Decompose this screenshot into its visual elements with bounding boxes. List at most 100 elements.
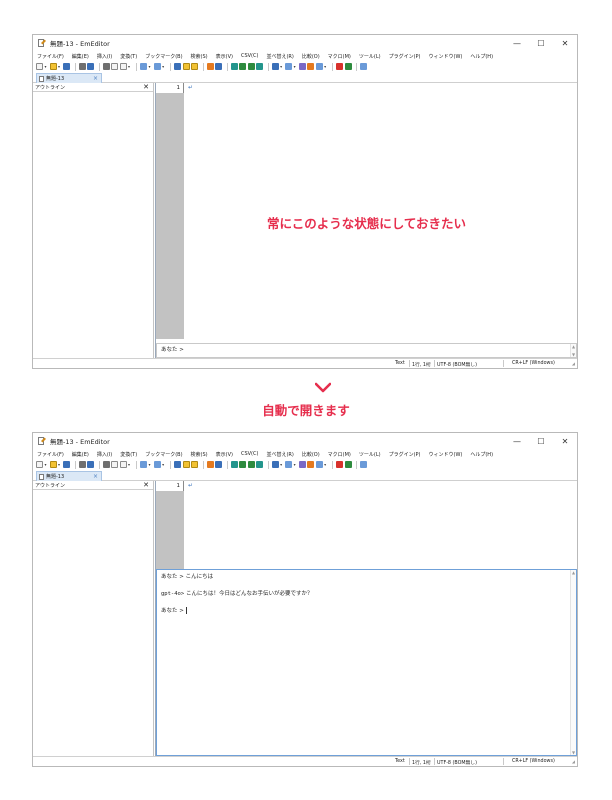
minimize-button[interactable]: — xyxy=(505,437,529,446)
link-icon[interactable] xyxy=(360,461,368,468)
paste-icon[interactable] xyxy=(119,63,127,70)
chevron-down-icon[interactable]: ▾ xyxy=(149,462,151,467)
csv-fixed-icon[interactable] xyxy=(256,461,264,468)
chat-scrollbar[interactable]: ▲ ▼ xyxy=(570,570,576,755)
menu-edit[interactable]: 編集(E) xyxy=(72,53,89,60)
scroll-down-icon[interactable]: ▼ xyxy=(572,750,575,755)
window-list-icon[interactable] xyxy=(315,461,323,468)
project-icon[interactable] xyxy=(271,461,279,468)
chat-scrollbar[interactable]: ▲ ▼ xyxy=(570,344,576,357)
csv-semicolon-icon[interactable] xyxy=(247,461,255,468)
filter-icon[interactable] xyxy=(215,63,223,70)
find-icon[interactable] xyxy=(174,461,182,468)
chevron-down-icon[interactable]: ▾ xyxy=(162,64,164,69)
menu-convert[interactable]: 変換(T) xyxy=(120,451,137,458)
menu-bookmark[interactable]: ブックマーク(B) xyxy=(145,53,182,60)
snippet-icon[interactable] xyxy=(298,461,306,468)
window-list-icon[interactable] xyxy=(315,63,323,70)
tab-untitled-13[interactable]: 無題-13 × xyxy=(36,471,102,481)
chevron-down-icon[interactable]: ▾ xyxy=(324,64,326,69)
macro-record-icon[interactable] xyxy=(336,63,344,70)
menu-file[interactable]: ファイル(F) xyxy=(37,451,64,458)
close-button[interactable]: ✕ xyxy=(553,39,577,48)
tab-close-icon[interactable]: × xyxy=(93,75,98,82)
find-next-icon[interactable] xyxy=(182,63,190,70)
editor-area[interactable]: 1 ↵ 常にこのような状態にしておきたい あなた > ▲ ▼ xyxy=(155,83,577,358)
menu-sort[interactable]: 並べ替え(R) xyxy=(266,53,293,60)
copy-icon[interactable] xyxy=(111,63,119,70)
csv-icon[interactable] xyxy=(230,63,238,70)
open-folder-icon[interactable] xyxy=(49,63,57,70)
chat-input-line[interactable]: あなた > xyxy=(157,606,576,614)
find-prev-icon[interactable] xyxy=(191,63,199,70)
open-folder-icon[interactable] xyxy=(49,461,57,468)
editor-area[interactable]: 1 ↵ あなた > こんにちは gpt-4o> こんにちは！今日はどんなお手伝い… xyxy=(155,481,577,756)
menu-view[interactable]: 表示(V) xyxy=(216,53,233,60)
chevron-down-icon[interactable]: ▾ xyxy=(294,462,296,467)
status-mode[interactable]: Text xyxy=(395,361,405,366)
menu-compare[interactable]: 比較(O) xyxy=(302,451,320,458)
menu-csv[interactable]: CSV(C) xyxy=(241,53,258,59)
chevron-down-icon[interactable]: ▾ xyxy=(280,462,282,467)
undo-icon[interactable] xyxy=(140,63,148,70)
menu-bookmark[interactable]: ブックマーク(B) xyxy=(145,451,182,458)
macro-run-icon[interactable] xyxy=(344,63,352,70)
menu-convert[interactable]: 変換(T) xyxy=(120,53,137,60)
chevron-down-icon[interactable]: ▾ xyxy=(58,462,60,467)
filter-icon[interactable] xyxy=(215,461,223,468)
csv-tsv-icon[interactable] xyxy=(239,63,247,70)
menu-search[interactable]: 検索(S) xyxy=(191,451,208,458)
csv-icon[interactable] xyxy=(230,461,238,468)
find-prev-icon[interactable] xyxy=(191,461,199,468)
print-preview-icon[interactable] xyxy=(87,461,95,468)
project-icon[interactable] xyxy=(271,63,279,70)
menu-plugins[interactable]: プラグイン(P) xyxy=(389,53,421,60)
tab-close-icon[interactable]: × xyxy=(93,473,98,480)
macro-record-icon[interactable] xyxy=(336,461,344,468)
text-pane[interactable]: 1 ↵ xyxy=(156,481,577,569)
plugin-icon[interactable] xyxy=(307,63,315,70)
new-file-icon[interactable] xyxy=(36,63,43,70)
menu-insert[interactable]: 挿入(I) xyxy=(97,53,112,60)
chevron-down-icon[interactable]: ▾ xyxy=(280,64,282,69)
chevron-down-icon[interactable]: ▾ xyxy=(149,64,151,69)
scroll-up-icon[interactable]: ▲ xyxy=(572,570,575,575)
minimize-button[interactable]: — xyxy=(505,39,529,48)
highlight-icon[interactable] xyxy=(206,63,214,70)
plugin-icon[interactable] xyxy=(307,461,315,468)
save-icon[interactable] xyxy=(63,63,71,70)
chat-pane-collapsed[interactable]: あなた > ▲ ▼ xyxy=(156,343,577,358)
redo-icon[interactable] xyxy=(153,461,161,468)
menu-tools[interactable]: ツール(L) xyxy=(359,53,381,60)
menu-macro[interactable]: マクロ(M) xyxy=(328,451,351,458)
menu-macro[interactable]: マクロ(M) xyxy=(328,53,351,60)
tab-untitled-13[interactable]: 無題-13 × xyxy=(36,73,102,83)
status-eol[interactable]: CR+LF (Windows) xyxy=(512,361,555,366)
menu-help[interactable]: ヘルプ(H) xyxy=(470,451,493,458)
snippet-icon[interactable] xyxy=(298,63,306,70)
find-next-icon[interactable] xyxy=(182,461,190,468)
menu-csv[interactable]: CSV(C) xyxy=(241,451,258,457)
csv-semicolon-icon[interactable] xyxy=(247,63,255,70)
cut-icon[interactable] xyxy=(102,461,110,468)
redo-icon[interactable] xyxy=(153,63,161,70)
csv-tsv-icon[interactable] xyxy=(239,461,247,468)
status-position[interactable]: 1行, 1桁 xyxy=(412,759,431,766)
highlight-icon[interactable] xyxy=(206,461,214,468)
menu-window[interactable]: ウィンドウ(W) xyxy=(429,53,463,60)
macro-run-icon[interactable] xyxy=(344,461,352,468)
outline-close-icon[interactable]: ✕ xyxy=(143,83,149,91)
outline-close-icon[interactable]: ✕ xyxy=(143,481,149,489)
menu-insert[interactable]: 挿入(I) xyxy=(97,451,112,458)
scroll-up-icon[interactable]: ▲ xyxy=(572,344,575,349)
menu-help[interactable]: ヘルプ(H) xyxy=(470,53,493,60)
menu-tools[interactable]: ツール(L) xyxy=(359,451,381,458)
scroll-down-icon[interactable]: ▼ xyxy=(572,352,575,357)
close-button[interactable]: ✕ xyxy=(553,437,577,446)
find-icon[interactable] xyxy=(174,63,182,70)
resize-grip-icon[interactable]: ◢ xyxy=(572,361,575,366)
menu-sort[interactable]: 並べ替え(R) xyxy=(266,451,293,458)
chevron-down-icon[interactable]: ▾ xyxy=(45,462,47,467)
menu-plugins[interactable]: プラグイン(P) xyxy=(389,451,421,458)
copy-icon[interactable] xyxy=(111,461,119,468)
